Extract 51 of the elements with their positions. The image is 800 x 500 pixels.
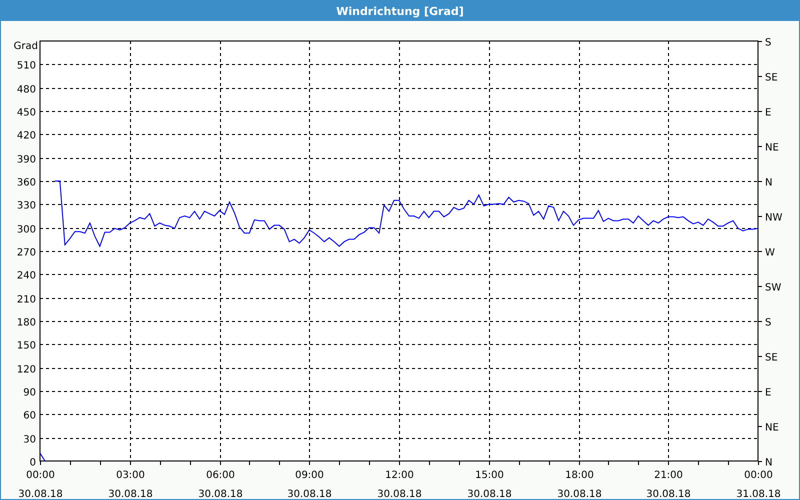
compass-axis-label: N bbox=[765, 458, 772, 468]
x-axis-date-label: 30.08.18 bbox=[108, 489, 153, 499]
y-axis-label: 90 bbox=[23, 388, 36, 398]
x-axis-time-label: 15:00 bbox=[475, 470, 504, 481]
x-axis-date-label: 30.08.18 bbox=[646, 489, 691, 499]
x-axis-date-label: 30.08.18 bbox=[377, 489, 422, 499]
x-axis-date-label: 30.08.18 bbox=[467, 489, 512, 499]
x-axis-time-label: 06:00 bbox=[206, 470, 235, 481]
compass-axis-label: S bbox=[765, 318, 772, 328]
y-axis-label: 420 bbox=[16, 130, 36, 142]
y-axis-label: 150 bbox=[16, 340, 36, 352]
compass-axis-label: W bbox=[765, 248, 775, 258]
compass-axis-label: S bbox=[765, 38, 772, 48]
compass-axis-label: E bbox=[765, 388, 772, 398]
y-axis-label: 480 bbox=[16, 84, 36, 96]
x-axis-date-label: 30.08.18 bbox=[198, 489, 243, 499]
compass-axis-label: NE bbox=[765, 142, 779, 154]
x-axis-time-label: 21:00 bbox=[654, 470, 683, 481]
y-axis-label: 120 bbox=[16, 364, 36, 376]
y-axis-label: 180 bbox=[16, 318, 36, 328]
y-axis-label: 450 bbox=[16, 108, 36, 118]
y-axis-label: 270 bbox=[16, 248, 36, 258]
compass-axis-label: SW bbox=[765, 282, 782, 294]
y-axis-label: 0 bbox=[30, 458, 36, 468]
y-axis-label: 390 bbox=[16, 154, 36, 166]
x-axis-date-label: 30.08.18 bbox=[287, 489, 332, 499]
y-axis-label: 510 bbox=[16, 60, 36, 72]
x-axis-time-label: 03:00 bbox=[116, 470, 145, 481]
compass-axis-label: NE bbox=[765, 422, 779, 434]
x-axis-date-label: 31.08.18 bbox=[736, 489, 781, 499]
x-axis-time-label: 00:00 bbox=[744, 470, 773, 481]
x-axis-time-label: 18:00 bbox=[565, 470, 594, 481]
x-axis-date-label: 30.08.18 bbox=[557, 489, 602, 499]
y-axis-label: 300 bbox=[16, 224, 36, 236]
compass-axis-label: N bbox=[765, 178, 772, 188]
compass-axis-label: E bbox=[765, 108, 772, 118]
y-axis-label: 330 bbox=[16, 200, 36, 212]
y-axis-label: 360 bbox=[16, 178, 36, 188]
x-axis-time-label: 09:00 bbox=[295, 470, 324, 481]
y-axis-label: 30 bbox=[23, 434, 36, 446]
y-axis-label: 240 bbox=[16, 270, 36, 282]
window-title: Windrichtung [Grad] bbox=[336, 4, 464, 18]
y-axis-label: 210 bbox=[16, 294, 36, 306]
compass-axis-label: NW bbox=[765, 212, 782, 224]
x-axis-time-label: 12:00 bbox=[385, 470, 414, 481]
compass-axis-label: SE bbox=[765, 72, 778, 84]
y-axis-label: 60 bbox=[23, 410, 36, 422]
x-axis-time-label: 00:00 bbox=[26, 470, 55, 481]
y-axis-title: Grad bbox=[14, 41, 38, 52]
x-axis-date-label: 30.08.18 bbox=[18, 489, 63, 499]
compass-axis-label: SE bbox=[765, 352, 778, 364]
